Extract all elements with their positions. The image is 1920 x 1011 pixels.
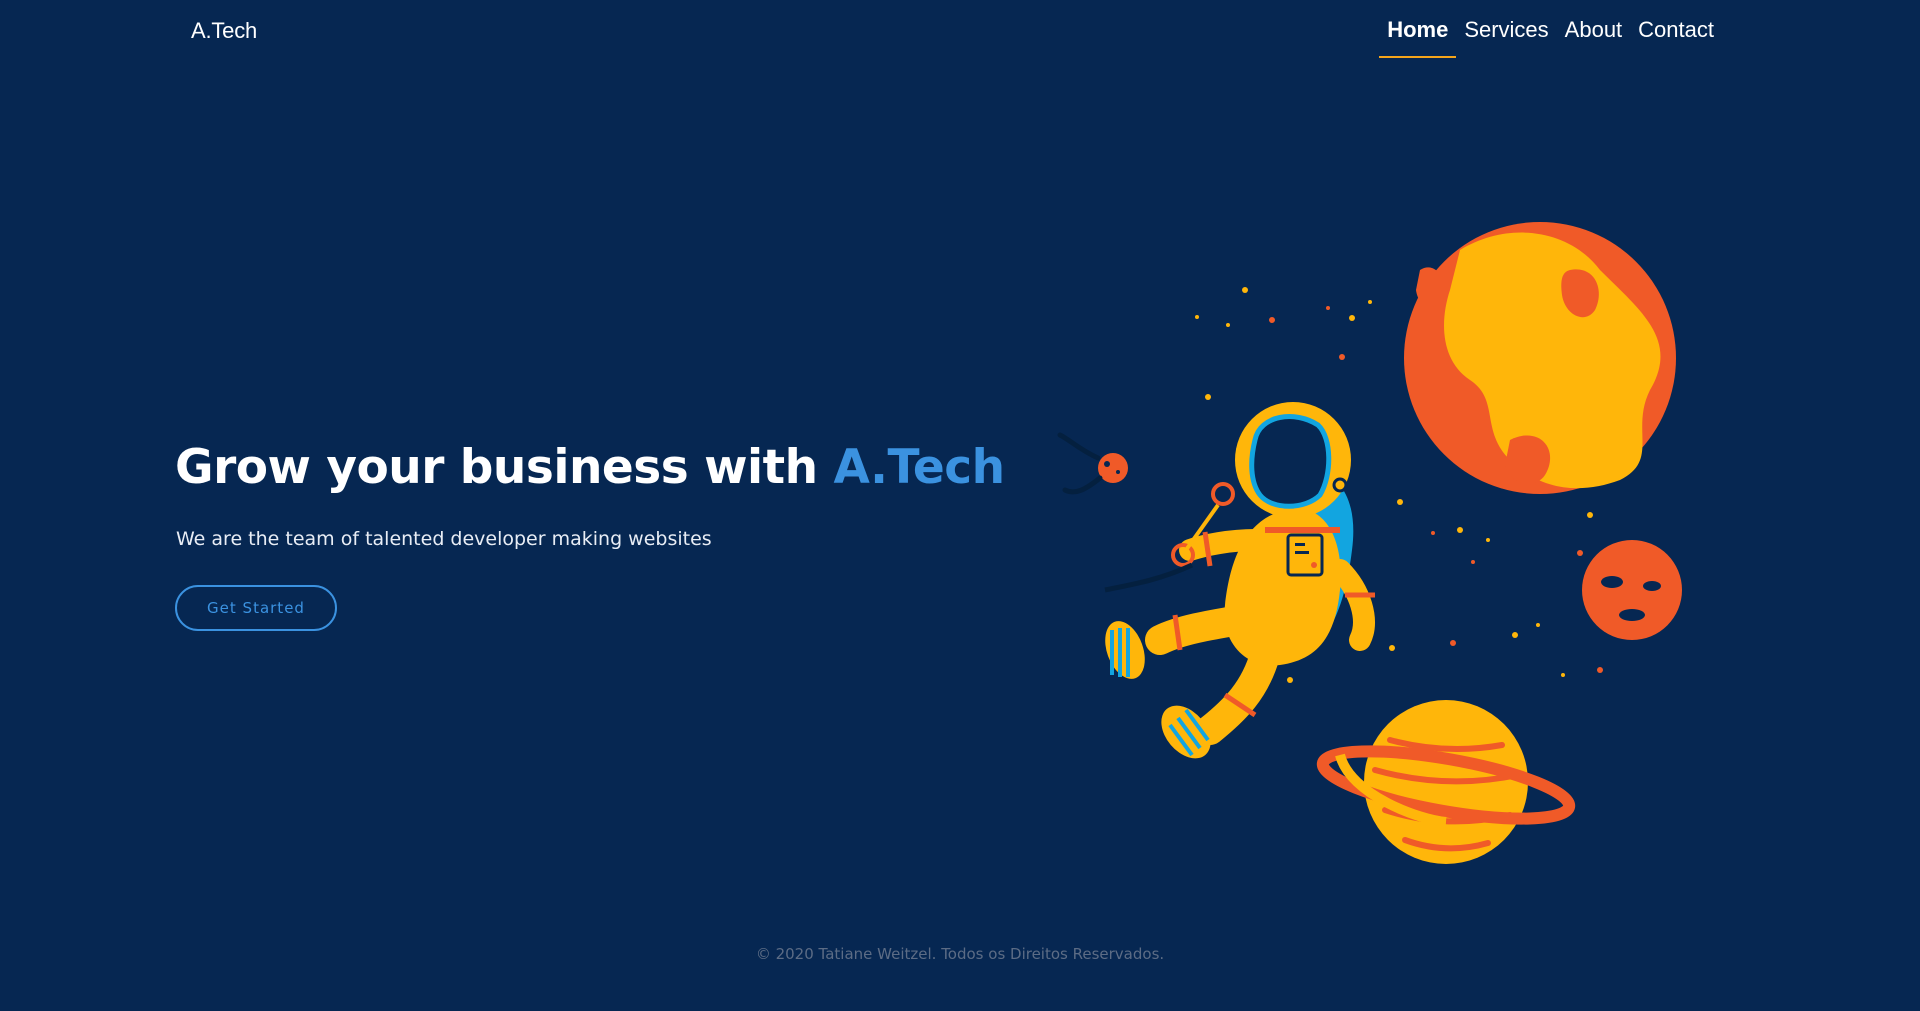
ringed-planet-icon [1316,700,1576,864]
red-moon-icon [1582,540,1682,640]
hero-subtitle: We are the team of talented developer ma… [176,528,712,550]
landing-page: A.Tech Home Services About Contact Grow … [0,0,1920,1011]
navbar: A.Tech Home Services About Contact [0,0,1920,70]
astronaut-icon [1104,402,1375,759]
nav-contact[interactable]: Contact [1630,0,1722,56]
brand-logo[interactable]: A.Tech [191,18,257,44]
nav-services[interactable]: Services [1456,0,1556,56]
hero-title-accent: A.Tech [833,440,1005,495]
nav-about[interactable]: About [1557,0,1631,56]
footer-copyright: © 2020 Tatiane Weitzel. Todos os Direito… [755,945,1165,963]
astronaut-planets-illustration [1057,222,1682,864]
nav-home[interactable]: Home [1379,0,1457,58]
main-nav: Home Services About Contact [1379,0,1722,58]
hero-title: Grow your business with A.Tech [175,440,1005,495]
get-started-button[interactable]: Get Started [175,585,337,631]
satellite-icon [1057,432,1128,495]
big-planet-icon [1404,222,1676,494]
hero-title-prefix: Grow your business with [175,440,818,495]
